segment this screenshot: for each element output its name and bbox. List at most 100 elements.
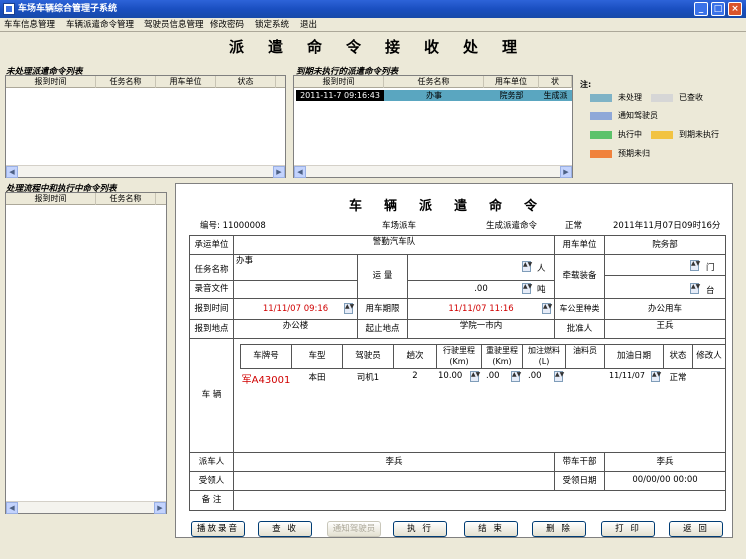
col-report-time[interactable]: 报到时间	[6, 193, 96, 205]
task-name-label: 任务名称	[189, 254, 234, 281]
ton-spinner-icon[interactable]: ▲▼	[522, 283, 532, 294]
unprocessed-header: 报到时间 任务名称 用车单位 状态	[6, 76, 285, 88]
user-unit-field[interactable]: 院务部	[604, 235, 726, 255]
row-task-name: 办事	[384, 90, 484, 101]
menu-dispatch[interactable]: 车辆派遣命令管理	[66, 19, 134, 31]
car-type-field[interactable]: 办公用车	[604, 298, 726, 320]
page-title: 派遣命令接收处理	[228, 38, 541, 56]
col-report-time[interactable]: 报到时间	[6, 76, 96, 88]
print-button[interactable]: 打 印	[601, 521, 655, 537]
menu-vehicle-info[interactable]: 车车信息管理	[4, 19, 55, 31]
carrier-field[interactable]: 警勤汽车队	[233, 235, 555, 255]
close-button[interactable]: ×	[728, 2, 742, 16]
dispatcher-field[interactable]: 李兵	[233, 452, 555, 472]
scroll-right-icon[interactable]: ▶	[273, 166, 285, 178]
col-task-name[interactable]: 任务名称	[96, 193, 156, 205]
vh-loaded-mileage: 重驶里程(Km)	[481, 344, 523, 369]
vehicle-trips[interactable]: 2	[393, 371, 437, 381]
delete-button[interactable]: 删 除	[532, 521, 586, 537]
menu-exit[interactable]: 退出	[300, 19, 317, 31]
vehicle-driver[interactable]: 司机1	[342, 371, 394, 383]
legend-received: 已查收	[679, 93, 703, 102]
table-row[interactable]: 2011-11-7 09:16:43 办事 院务部 生成派	[294, 90, 572, 101]
processing-hscroll[interactable]: ◀ ▶	[6, 501, 166, 514]
remark-field[interactable]	[233, 490, 726, 511]
menu-driver-info[interactable]: 驾驶员信息管理	[144, 19, 204, 31]
finish-button[interactable]: 结 束	[464, 521, 518, 537]
col-user-unit[interactable]: 用车单位	[156, 76, 216, 88]
unprocessed-hscroll[interactable]: ◀ ▶	[6, 165, 285, 178]
door-spinner-icon[interactable]: ▲▼	[690, 260, 700, 271]
volume-person-field[interactable]	[407, 254, 555, 281]
vehicle-status[interactable]: 正常	[663, 371, 693, 383]
unprocessed-list[interactable]: 报到时间 任务名称 用车单位 状态 ◀ ▶	[5, 75, 286, 178]
vh-plate: 车牌号	[240, 344, 292, 369]
report-place-field[interactable]: 办公楼	[233, 319, 358, 339]
vehicle-plate[interactable]: 军A43001	[240, 371, 292, 386]
receiver-label: 受领人	[189, 471, 234, 491]
audio-file-field[interactable]	[233, 280, 358, 299]
vh-modifier: 修改人	[692, 344, 726, 369]
scroll-left-icon[interactable]: ◀	[6, 166, 18, 178]
scroll-right-icon[interactable]: ▶	[154, 502, 166, 514]
col-task-name[interactable]: 任务名称	[384, 76, 484, 88]
vehicle-model[interactable]: 本田	[291, 371, 343, 383]
col-task-name[interactable]: 任务名称	[96, 76, 156, 88]
state-text: 生成派遣命令	[486, 221, 538, 231]
play-audio-button[interactable]: 播放录音	[191, 521, 245, 537]
set-spinner-icon[interactable]: ▲▼	[690, 283, 700, 294]
task-name-field[interactable]: 办事	[233, 254, 358, 281]
check-receive-button[interactable]: 查 收	[258, 521, 312, 537]
row-user-unit: 院务部	[484, 90, 539, 101]
app-icon	[3, 3, 15, 15]
order-no-label: 编号:	[200, 221, 220, 231]
vehicle-mileage[interactable]: 10.00	[438, 371, 468, 381]
receiver-field[interactable]	[233, 471, 555, 491]
col-user-unit[interactable]: 用车单位	[484, 76, 539, 88]
scroll-right-icon[interactable]: ▶	[560, 166, 572, 178]
report-time-field[interactable]: 11/11/07 09:16	[233, 298, 358, 320]
row-status: 生成派	[539, 90, 572, 101]
deadline-spinner-icon[interactable]: ▲▼	[542, 303, 552, 314]
vehicle-fuel[interactable]: .00	[528, 371, 552, 381]
set-unit: 台	[706, 286, 715, 296]
mileage-spinner-icon[interactable]: ▲▼	[470, 371, 480, 382]
col-status[interactable]: 状态	[216, 76, 276, 88]
fuel-date-spinner-icon[interactable]: ▲▼	[651, 371, 661, 382]
ton-field[interactable]: .00	[407, 280, 555, 299]
legend-swatch-notify	[590, 112, 612, 120]
minimize-button[interactable]: _	[694, 2, 708, 16]
deadline-field[interactable]: 11/11/07 11:16	[407, 298, 555, 320]
start-place-field[interactable]: 学院一市内	[407, 319, 555, 339]
scroll-left-icon[interactable]: ◀	[6, 502, 18, 514]
approver-field[interactable]: 王兵	[604, 319, 726, 339]
legend-swatch-executing	[590, 131, 612, 139]
vehicle-loaded-mileage[interactable]: .00	[486, 371, 510, 381]
menu-lock-system[interactable]: 锁定系统	[255, 19, 289, 31]
loaded-mileage-spinner-icon[interactable]: ▲▼	[511, 371, 521, 382]
maximize-button[interactable]: □	[711, 2, 725, 16]
scroll-left-icon[interactable]: ◀	[294, 166, 306, 178]
car-type-label: 车公里种类	[554, 298, 605, 320]
expired-list[interactable]: 报到时间 任务名称 用车单位 状 2011-11-7 09:16:43 办事 院…	[293, 75, 573, 178]
receive-date-field[interactable]: 00/00/00 00:00	[604, 471, 726, 491]
return-button[interactable]: 返 回	[669, 521, 723, 537]
vehicle-fuel-date[interactable]: 11/11/07	[609, 371, 649, 380]
receive-date-label: 受领日期	[554, 471, 605, 491]
expired-hscroll[interactable]: ◀ ▶	[294, 165, 572, 178]
col-status[interactable]: 状	[539, 76, 572, 88]
legend-swatch-overdue	[651, 131, 673, 139]
menu-change-password[interactable]: 修改密码	[210, 19, 244, 31]
car-cadre-field[interactable]: 李兵	[604, 452, 726, 472]
notify-driver-button[interactable]: 通知驾驶员	[327, 521, 381, 537]
vh-fuel-date: 加油日期	[604, 344, 664, 369]
vh-fuel: 加注燃料(L)	[522, 344, 566, 369]
execute-button[interactable]: 执 行	[393, 521, 447, 537]
approver-label: 批准人	[554, 319, 605, 339]
vh-driver: 驾驶员	[342, 344, 394, 369]
report-time-spinner-icon[interactable]: ▲▼	[344, 303, 354, 314]
processing-list[interactable]: 报到时间 任务名称 ◀ ▶	[5, 192, 167, 514]
fuel-spinner-icon[interactable]: ▲▼	[554, 371, 564, 382]
col-report-time[interactable]: 报到时间	[294, 76, 384, 88]
person-spinner-icon[interactable]: ▲▼	[522, 261, 532, 272]
